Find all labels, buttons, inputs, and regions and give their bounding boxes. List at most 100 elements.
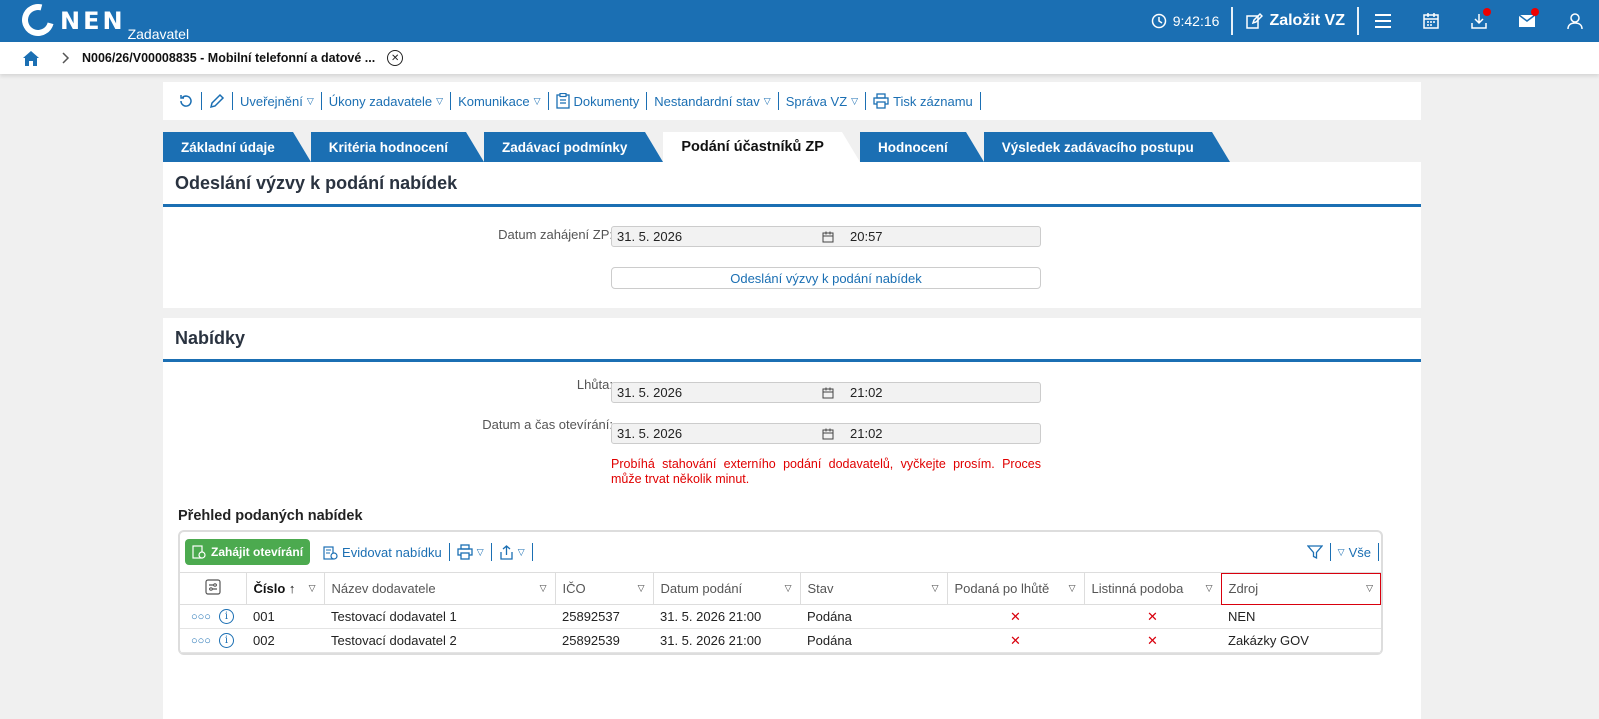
dropdown-triangle-icon: ▽ [436, 95, 444, 106]
column-header-nazev[interactable]: Název dodavatele ▽ [323, 572, 555, 605]
cell-stav: Podána [800, 628, 947, 653]
tab-kriteria-hodnoceni[interactable]: Kritéria hodnocení [310, 132, 485, 162]
deadline-datetime-field[interactable]: 31. 5. 2026 21:02 [611, 382, 1041, 403]
column-header-po-lhute[interactable]: Podaná po lhůtě ▽ [946, 572, 1084, 605]
column-label: Zdroj [1228, 581, 1259, 596]
column-filter-icon[interactable]: ▽ [932, 583, 939, 594]
table-header-row: Číslo ↑ ▽ Název dodavatele ▽ IČO ▽ Datum po… [180, 572, 1381, 605]
refresh-icon [180, 95, 192, 107]
section-title: Nabídky [163, 318, 1421, 362]
dropdown-triangle-icon: ▽ [476, 546, 484, 557]
column-label: Název dodavatele [331, 581, 436, 596]
start-date-value: 31. 5. 2026 [617, 229, 683, 244]
menu-dokumenty[interactable]: Dokumenty [549, 92, 648, 110]
menu-label: Dokumenty [573, 93, 640, 109]
filter-all-dropdown[interactable]: ▽ Vše [1331, 543, 1379, 561]
logo-text: NEN [60, 7, 126, 35]
start-datetime-field[interactable]: 31. 5. 2026 20:57 [611, 226, 1041, 247]
column-filter-icon[interactable]: ▽ [540, 583, 547, 594]
opening-date-value: 31. 5. 2026 [617, 426, 683, 441]
dropdown-triangle-icon: ▽ [533, 95, 541, 106]
deadline-date-value: 31. 5. 2026 [617, 385, 683, 400]
role-label: Zadavatel [127, 26, 190, 42]
opening-datetime-field[interactable]: 31. 5. 2026 21:02 [611, 423, 1041, 444]
more-actions-icon[interactable]: ○○○ [191, 635, 211, 647]
column-label: Listinná podoba [1091, 581, 1184, 596]
close-icon[interactable]: ✕ [387, 50, 404, 66]
user-button[interactable] [1551, 0, 1599, 42]
more-actions-icon[interactable]: ○○○ [191, 611, 211, 623]
breadcrumb-title[interactable]: N006/26/V00008835 - Mobilní telefonní a … [82, 51, 375, 65]
section-nabidky: Nabídky Lhůta: 31. 5. 2026 21:02 Datum a… [163, 318, 1421, 719]
column-header-stav[interactable]: Stav ▽ [799, 572, 947, 605]
menu-nestandardni-stav[interactable]: Nestandardní stav ▽ [647, 92, 779, 110]
offers-table: Číslo ↑ ▽ Název dodavatele ▽ IČO ▽ Datum po… [180, 572, 1381, 653]
notification-dot [1531, 8, 1539, 16]
column-settings-button[interactable] [180, 572, 246, 605]
menu-tisk-zaznamu[interactable]: Tisk záznamu [866, 92, 981, 110]
calendar-icon[interactable] [822, 387, 842, 399]
calendar-icon[interactable] [822, 231, 842, 243]
clock-time: 9:42:16 [1172, 13, 1220, 29]
print-dropdown[interactable]: ▽ [450, 543, 492, 561]
menu-label: Správa VZ [785, 93, 848, 109]
table-row[interactable]: ○○○ i 002 Testovací dodavatel 2 25892539 … [180, 628, 1381, 653]
home-button[interactable] [22, 49, 40, 67]
info-icon[interactable]: i [218, 633, 234, 648]
new-vz-button[interactable]: Založit VZ [1233, 12, 1357, 30]
info-icon[interactable]: i [218, 609, 234, 624]
send-invitation-button[interactable]: Odeslání výzvy k podání nabídek [611, 267, 1041, 289]
offers-subtitle: Přehled podaných nabídek [178, 508, 363, 524]
tab-podani-ucastniku[interactable]: Podání účastníků ZP [663, 132, 860, 162]
menu-ukony-zadavatele[interactable]: Úkony zadavatele ▽ [322, 92, 452, 110]
downloads-button[interactable] [1455, 0, 1503, 42]
deadline-time-value: 21:02 [850, 385, 883, 400]
start-time-value: 20:57 [850, 229, 883, 244]
nen-logo[interactable]: NEN Zadavatel [16, 0, 190, 42]
column-filter-icon[interactable]: ▽ [638, 583, 645, 594]
clipboard-icon [555, 93, 570, 109]
pencil-icon [209, 93, 225, 109]
menu-komunikace[interactable]: Komunikace ▽ [451, 92, 549, 110]
filter-button[interactable] [1300, 543, 1331, 561]
menu-sprava-vz[interactable]: Správa VZ ▽ [779, 92, 867, 110]
column-header-ico[interactable]: IČO ▽ [554, 572, 653, 605]
column-header-zdroj[interactable]: Zdroj ▽ [1220, 572, 1381, 605]
column-filter-icon[interactable]: ▽ [1366, 583, 1373, 594]
column-label: Stav [807, 581, 834, 596]
edit-button[interactable] [202, 92, 233, 110]
register-offer-label: Evidovat nabídku [342, 544, 442, 560]
tab-zadavaci-podminky[interactable]: Zadávací podmínky [484, 132, 664, 162]
menu-label: Tisk záznamu [893, 93, 973, 109]
menu-uverejneni[interactable]: Uveřejnění ▽ [233, 92, 322, 110]
column-header-cislo[interactable]: Číslo ↑ ▽ [245, 572, 324, 605]
column-filter-icon[interactable]: ▽ [785, 583, 792, 594]
column-filter-icon[interactable]: ▽ [1206, 583, 1213, 594]
cell-zdroj: NEN [1221, 604, 1381, 629]
refresh-button[interactable] [171, 92, 202, 110]
calendar-icon[interactable] [822, 428, 842, 440]
menu-label: Úkony zadavatele [328, 93, 433, 109]
messages-button[interactable] [1503, 0, 1551, 42]
column-filter-icon[interactable]: ▽ [309, 583, 316, 594]
tab-vysledek[interactable]: Výsledek zadávacího postupu [983, 132, 1230, 162]
cell-datum: 31. 5. 2026 21:00 [653, 604, 800, 629]
cross-icon: ✕ [1010, 632, 1021, 648]
offers-grid: Zahájit otevírání Evidovat nabídku ▽ ▽ ▽ [178, 530, 1383, 655]
column-filter-icon[interactable]: ▽ [1069, 583, 1076, 594]
column-label: Číslo [253, 581, 286, 596]
start-opening-button[interactable]: Zahájit otevírání [185, 539, 311, 565]
table-row[interactable]: ○○○ i 001 Testovací dodavatel 1 25892537 … [180, 604, 1381, 629]
column-header-datum[interactable]: Datum podání ▽ [652, 572, 800, 605]
tab-hodnoceni[interactable]: Hodnocení [859, 132, 984, 162]
cell-datum: 31. 5. 2026 21:00 [653, 628, 800, 653]
register-offer-button[interactable]: Evidovat nabídku [316, 543, 450, 561]
dropdown-triangle-icon: ▽ [763, 95, 771, 106]
column-header-listinna[interactable]: Listinná podoba ▽ [1083, 572, 1221, 605]
export-dropdown[interactable]: ▽ [492, 543, 533, 561]
filter-icon [1306, 545, 1323, 560]
menu-button[interactable] [1359, 0, 1407, 42]
calendar-button[interactable] [1407, 0, 1455, 42]
tab-zakladni-udaje[interactable]: Základní údaje [163, 132, 311, 162]
section-odeslani-vyzvy: Odeslání výzvy k podání nabídek Datum za… [163, 162, 1421, 308]
